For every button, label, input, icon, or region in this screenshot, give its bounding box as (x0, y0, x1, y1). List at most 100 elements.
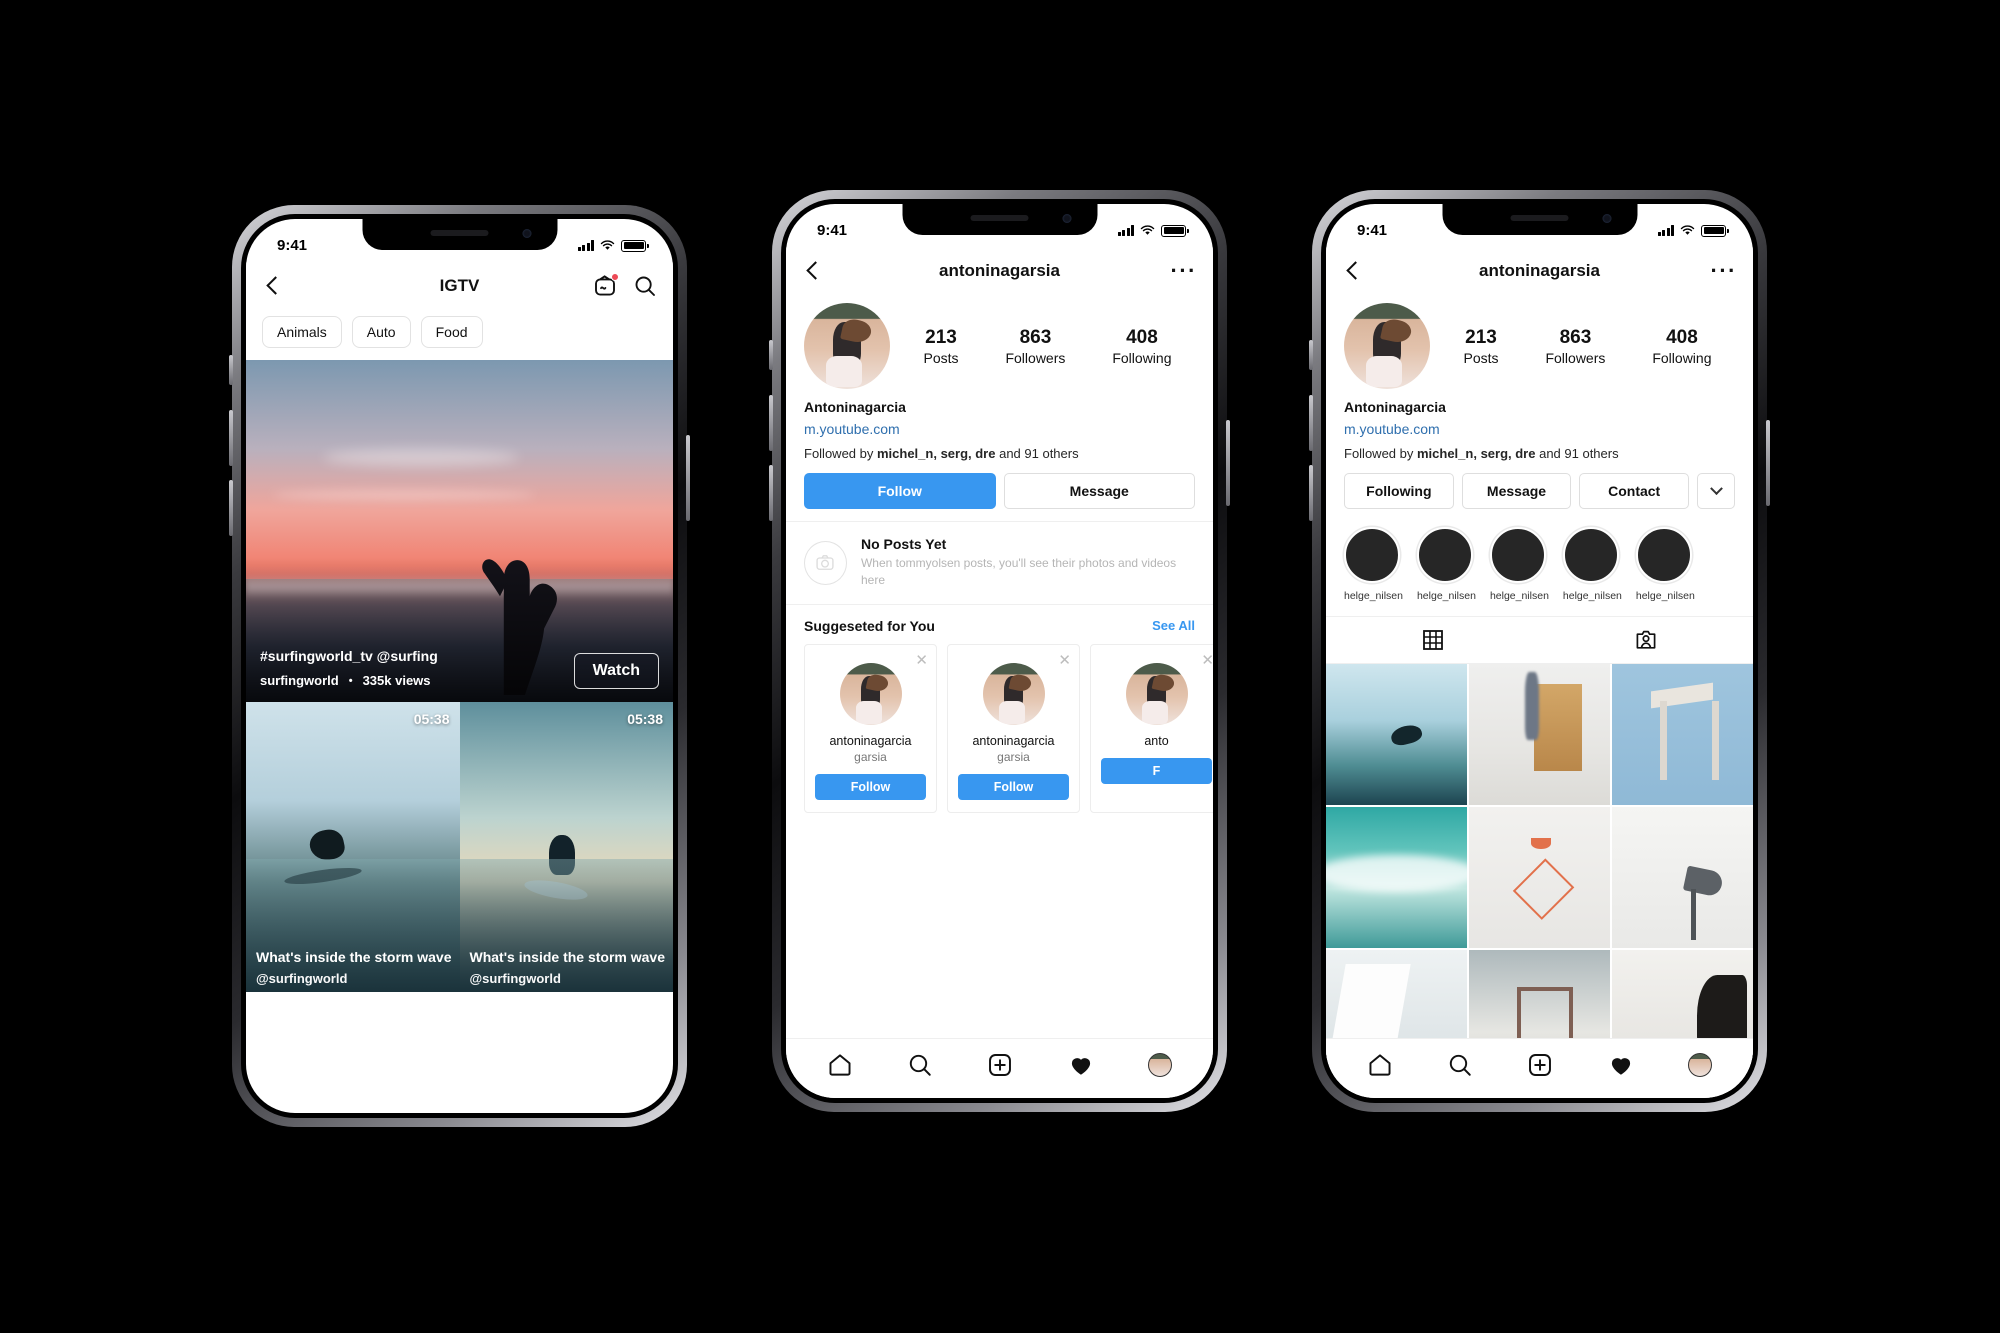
more-actions-button[interactable] (1697, 473, 1736, 509)
grid-cell[interactable] (1326, 807, 1467, 948)
power-button[interactable] (686, 435, 690, 521)
home-icon[interactable] (1367, 1052, 1393, 1078)
cellular-signal-icon (1657, 225, 1674, 236)
follow-button[interactable]: F (1101, 757, 1212, 784)
no-posts-banner: No Posts Yet When tommyolsen posts, you'… (786, 521, 1213, 605)
profile-avatar-icon[interactable] (1687, 1052, 1712, 1077)
stat-label: Following (1112, 349, 1172, 366)
igtv-icon[interactable] (593, 273, 619, 298)
mute-switch[interactable] (1309, 340, 1313, 370)
volume-down-button[interactable] (769, 465, 773, 521)
see-all-link[interactable]: See All (1152, 618, 1195, 633)
close-icon[interactable]: ✕ (1201, 651, 1213, 669)
pill-food[interactable]: Food (420, 316, 483, 348)
photo-copper-pendant-lamp (1469, 807, 1610, 948)
grid-cell[interactable] (1612, 807, 1753, 948)
back-button[interactable] (1342, 260, 1364, 282)
avatar[interactable] (1344, 303, 1430, 389)
following-button[interactable]: Following (1344, 473, 1454, 509)
message-button[interactable]: Message (1461, 473, 1572, 509)
tagged-photos-icon[interactable] (1540, 617, 1754, 663)
suggested-card[interactable]: ✕ antoninagarcia garsia Follow (947, 643, 1080, 813)
add-post-icon[interactable] (987, 1052, 1013, 1078)
home-icon[interactable] (827, 1052, 853, 1078)
suggested-card[interactable]: ✕ antoninagarcia garsia Follow (804, 643, 937, 813)
volume-up-button[interactable] (1309, 395, 1313, 451)
message-button[interactable]: Message (1003, 473, 1195, 509)
avatar-skirt (1141, 701, 1168, 724)
grid-view-icon[interactable] (1326, 617, 1540, 663)
highlight-item[interactable]: helge_nilsen (1562, 527, 1622, 602)
thumbnail-1[interactable]: 05:38 What's inside the storm wave @surf… (246, 702, 460, 992)
grid-cell[interactable] (1612, 664, 1753, 805)
stat-followers[interactable]: 863 Followers (1545, 327, 1605, 366)
stat-following[interactable]: 408 Following (1652, 327, 1711, 366)
pill-animals[interactable]: Animals (262, 316, 342, 348)
highlight-item[interactable]: helge_nilsen (1416, 527, 1476, 602)
add-post-icon[interactable] (1527, 1052, 1553, 1078)
pill-auto[interactable]: Auto (351, 316, 411, 348)
power-button[interactable] (1766, 420, 1770, 506)
mute-switch[interactable] (229, 355, 233, 385)
highlight-cover (1416, 527, 1473, 583)
close-icon[interactable]: ✕ (1058, 651, 1071, 669)
grid-cell[interactable] (1326, 664, 1467, 805)
followed-names: michel_n, serg, dre (1416, 446, 1536, 461)
more-options-icon[interactable]: ··· (1711, 260, 1737, 282)
avatar-skirt (1366, 356, 1403, 388)
volume-down-button[interactable] (229, 480, 233, 536)
thumbnail-2[interactable]: 05:38 What's inside the storm wave @surf… (459, 702, 673, 992)
stat-posts[interactable]: 213 Posts (1463, 327, 1498, 366)
profile-website-link[interactable]: m.youtube.com (804, 421, 1195, 437)
featured-video[interactable]: #surfingworld_tv @surfing surfingworld •… (246, 360, 673, 702)
profile-avatar-icon[interactable] (1147, 1052, 1172, 1077)
grid-cell[interactable] (1469, 807, 1610, 948)
phone-2-screen: 9:41 antoninagarsia ··· 213 Posts 863 Fo… (786, 204, 1213, 1098)
heart-icon[interactable] (1608, 1052, 1634, 1078)
volume-down-button[interactable] (1309, 465, 1313, 521)
profile-website-link[interactable]: m.youtube.com (1344, 421, 1735, 437)
stat-following[interactable]: 408 Following (1112, 327, 1171, 366)
search-icon[interactable] (907, 1052, 933, 1078)
highlight-item[interactable]: helge_nilsen (1635, 527, 1695, 602)
cloud-decoration-2 (271, 489, 537, 501)
avatar[interactable] (982, 662, 1045, 725)
photo-grid (1326, 664, 1753, 1091)
igtv-navbar: IGTV (246, 262, 673, 310)
notch (362, 219, 557, 250)
follow-button[interactable]: Follow (815, 773, 926, 800)
story-highlights[interactable]: helge_nilsen helge_nilsen helge_nilsen h… (1326, 521, 1753, 604)
camera-icon (804, 540, 847, 585)
back-button[interactable] (262, 275, 284, 297)
avatar[interactable] (839, 662, 902, 725)
mute-switch[interactable] (769, 340, 773, 370)
status-indicators (1117, 224, 1189, 237)
stat-label: Following (1652, 349, 1712, 366)
stat-posts[interactable]: 213 Posts (923, 327, 958, 366)
heart-icon[interactable] (1068, 1052, 1094, 1078)
power-button[interactable] (1226, 420, 1230, 506)
highlight-item[interactable]: helge_nilsen (1344, 527, 1403, 602)
stat-followers[interactable]: 863 Followers (1005, 327, 1065, 366)
search-icon[interactable] (633, 274, 657, 298)
volume-up-button[interactable] (769, 395, 773, 451)
profile-display-name: Antoninagarcia (1344, 399, 1446, 415)
follow-button[interactable]: Follow (958, 773, 1069, 800)
grid-cell[interactable] (1469, 664, 1610, 805)
avatar[interactable] (804, 303, 890, 389)
volume-up-button[interactable] (229, 410, 233, 466)
back-button[interactable] (802, 260, 824, 282)
highlight-item[interactable]: helge_nilsen (1489, 527, 1549, 602)
photo-surfer-riding-wave (1326, 664, 1467, 805)
more-options-icon[interactable]: ··· (1171, 260, 1197, 282)
watch-button[interactable]: Watch (573, 653, 659, 689)
follow-button[interactable]: Follow (804, 473, 996, 509)
stat-label: Posts (923, 349, 959, 366)
suggested-card[interactable]: ✕ anto F (1090, 643, 1213, 813)
profile-bio-2: Antoninagarcia m.youtube.com Followed by… (786, 389, 1213, 461)
avatar[interactable] (1125, 662, 1188, 725)
search-icon[interactable] (1447, 1052, 1473, 1078)
suggested-cards[interactable]: ✕ antoninagarcia garsia Follow ✕ antonin… (786, 643, 1213, 829)
close-icon[interactable]: ✕ (915, 651, 928, 669)
contact-button[interactable]: Contact (1579, 473, 1690, 509)
